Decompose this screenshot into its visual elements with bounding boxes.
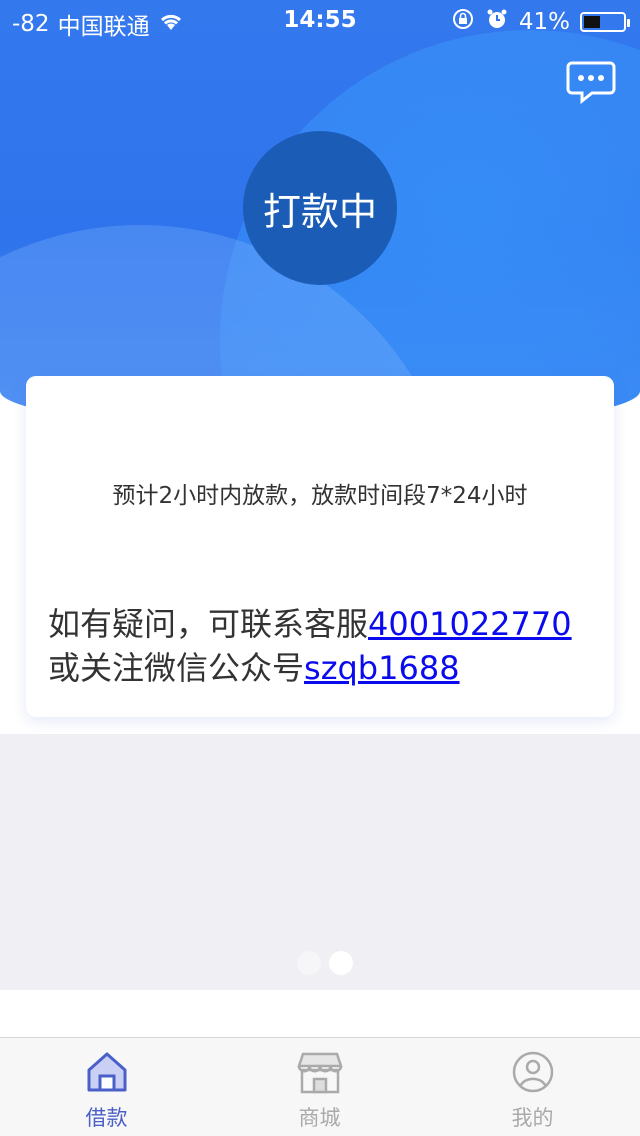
alarm-icon [485,7,509,37]
home-icon [87,1052,126,1092]
payment-status-badge: 打款中 [243,131,397,285]
contact-info: 如有疑问，可联系客服4001022770 或关注微信公众号szqb1688 [48,602,608,690]
tab-store-label: 商城 [298,1106,341,1130]
tab-mine-label: 我的 [511,1106,554,1130]
profile-icon [512,1051,553,1093]
payout-estimate-text: 预计2小时内放款，放款时间段7*24小时 [112,483,528,509]
message-icon[interactable] [566,60,616,105]
tab-bar: 借款 商城 我的 [0,1037,640,1136]
content-area [0,734,640,990]
tab-loan-label: 借款 [85,1106,128,1130]
wechat-link[interactable]: szqb1688 [304,649,460,687]
contact-prefix: 如有疑问，可联系客服 [48,605,369,643]
store-icon [296,1052,343,1094]
info-card: 预计2小时内放款，放款时间段7*24小时 如有疑问，可联系客服400102277… [26,376,614,717]
pager-dot[interactable] [297,951,321,975]
tab-loan[interactable]: 借款 [0,1038,213,1136]
battery-icon [580,12,630,32]
battery-percent: 41% [518,9,570,35]
tab-mine[interactable]: 我的 [426,1038,639,1136]
tab-store[interactable]: 商城 [213,1038,426,1136]
rotation-lock-icon [451,7,475,37]
pager-dot-active[interactable] [329,951,353,975]
phone-link[interactable]: 4001022770 [368,605,572,643]
wechat-prefix: 或关注微信公众号 [48,649,305,687]
status-bar: -82 中国联通 14:55 41% [0,0,640,40]
